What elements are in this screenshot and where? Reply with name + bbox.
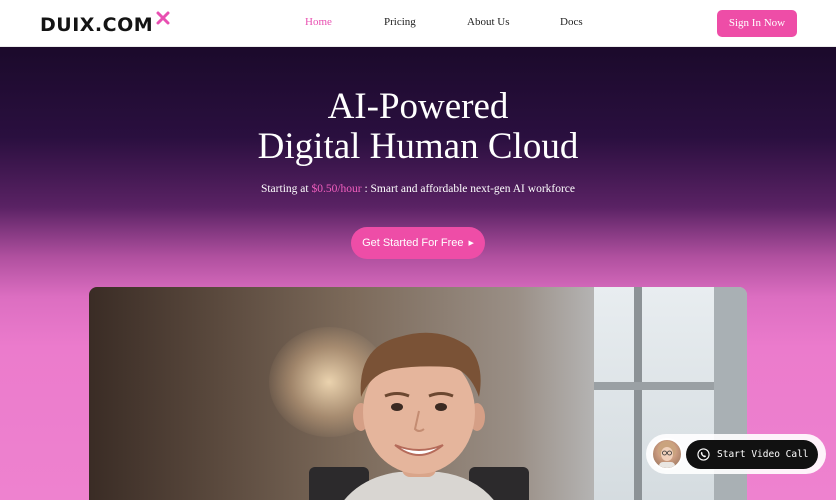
subtitle-price: $0.50/hour (311, 183, 362, 195)
get-started-label: Get Started For Free (362, 237, 464, 249)
nav-item-pricing[interactable]: Pricing (384, 16, 416, 28)
play-arrow-icon: ▶ (468, 240, 474, 247)
hero-title-line-2: Digital Human Cloud (257, 126, 579, 167)
phone-icon (697, 448, 710, 461)
nav-item-about-us[interactable]: About Us (467, 16, 509, 28)
logo[interactable]: DUIX.COM (40, 14, 153, 36)
nav-item-docs[interactable]: Docs (560, 16, 583, 28)
digital-human-avatar (309, 332, 529, 500)
hero-title-line-1: AI-Powered (327, 86, 509, 127)
nav-item-home[interactable]: Home (305, 16, 332, 28)
x-mark-icon (156, 11, 170, 25)
agent-avatar[interactable] (651, 438, 683, 470)
hero-subtitle: Starting at $0.50/hour : Smart and affor… (0, 183, 836, 195)
agent-avatar-image (658, 441, 676, 468)
site-header: DUIX.COM Home Pricing About Us Docs Sign… (0, 0, 836, 47)
video-preview[interactable] (89, 287, 747, 500)
get-started-button[interactable]: Get Started For Free ▶ (351, 227, 485, 259)
subtitle-prefix: Starting at (260, 183, 312, 195)
sign-in-button[interactable]: Sign In Now (717, 10, 797, 37)
subtitle-suffix: : Smart and affordable next-gen AI workf… (361, 183, 576, 195)
